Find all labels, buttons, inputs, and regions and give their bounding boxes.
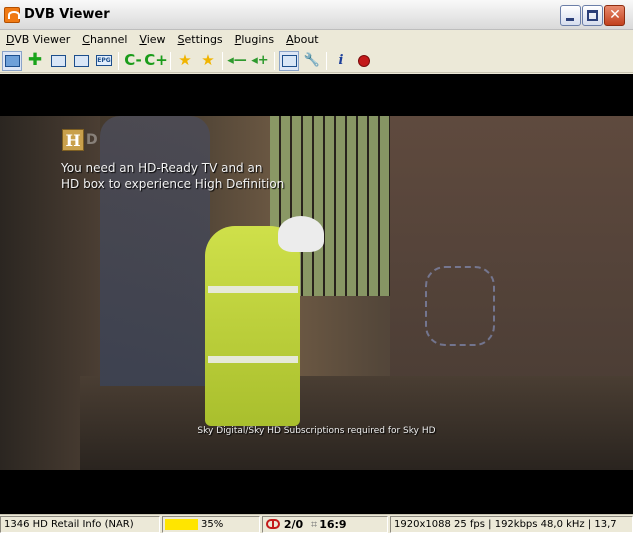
scene-floor (80, 376, 633, 470)
signal-strength-label: 35% (201, 519, 224, 530)
volume-down-icon: ◂— (227, 53, 247, 68)
channel-prev-icon: C- (124, 51, 142, 69)
info-button[interactable]: i (331, 51, 351, 71)
scene-worker-stripe (208, 286, 298, 293)
screen-icon (4, 54, 20, 67)
aspect-ratio: 16:9 (319, 518, 347, 531)
maximize-icon (587, 10, 598, 21)
teletext-icon (50, 54, 66, 67)
volume-up-button[interactable]: ◂+ (250, 51, 270, 71)
toolbar-separator (326, 51, 327, 70)
subscription-caption: Sky Digital/Sky HD Subscriptions require… (197, 426, 436, 436)
snapshot-icon (281, 54, 297, 67)
channel-logo-suffix: D (86, 132, 98, 148)
hd-notice: You need an HD-Ready TV and an HD box to… (61, 160, 321, 192)
status-signal: 35% (162, 516, 260, 533)
channel-next-button[interactable]: C+ (144, 51, 168, 71)
minimize-icon (566, 18, 574, 21)
status-channel[interactable]: 1346 HD Retail Info (NAR) (0, 516, 160, 533)
epg-button[interactable]: EPG (94, 51, 114, 71)
toolbar: ✚ EPG C- C+ ★ ★ ◂— ◂+ 🔧 i (0, 49, 633, 73)
add-favorite-button[interactable]: ★ (175, 51, 195, 71)
menu-channel[interactable]: Channel (76, 33, 133, 46)
volume-up-icon: ◂+ (251, 53, 269, 68)
window-title: DVB Viewer (24, 7, 110, 22)
menu-view[interactable]: View (133, 33, 171, 46)
close-icon: ✕ (609, 7, 621, 23)
add-button[interactable]: ✚ (25, 51, 45, 71)
record-count: 2/0 (283, 518, 304, 531)
scene-person (100, 116, 210, 386)
scene-graffiti (425, 266, 495, 346)
wrench-icon: 🔧 (303, 53, 321, 68)
channel-logo: H (62, 129, 84, 151)
status-stream-info: 1920x1088 25 fps | 192kbps 48,0 kHz | 13… (390, 516, 633, 533)
record-status-icon (266, 519, 280, 529)
info-icon: i (338, 53, 344, 68)
status-bar: 1346 HD Retail Info (NAR) 35% 2/0 ⌗ 16:9 … (0, 514, 633, 533)
menu-settings[interactable]: Settings (172, 33, 229, 46)
dvb-viewer-app-icon[interactable] (4, 7, 20, 23)
title-bar: DVB Viewer ✕ (0, 0, 633, 30)
scene-worker (205, 226, 300, 426)
menu-plugins[interactable]: Plugins (229, 33, 280, 46)
epg-icon: EPG (96, 55, 112, 66)
hd-notice-line2: HD box to experience High Definition (61, 177, 285, 191)
menu-dvb-viewer[interactable]: DVB Viewer (0, 33, 76, 46)
channel-next-icon: C+ (144, 51, 168, 69)
snapshot-button[interactable] (279, 50, 299, 71)
maximize-button[interactable] (582, 5, 603, 26)
minimize-button[interactable] (560, 5, 581, 26)
scene-hard-hat (278, 216, 324, 252)
toggle-fullscreen-button[interactable] (2, 50, 22, 71)
favorites-button[interactable]: ★ (198, 51, 218, 71)
aspect-icon: ⌗ (311, 518, 318, 531)
hd-notice-line1: You need an HD-Ready TV and an (61, 161, 263, 175)
toolbar-separator (274, 51, 275, 70)
add-icon: ✚ (27, 50, 43, 70)
menu-bar: DVB Viewer Channel View Settings Plugins… (0, 30, 633, 49)
toolbar-separator (118, 51, 119, 70)
toolbar-separator (170, 51, 171, 70)
volume-down-button[interactable]: ◂— (227, 51, 247, 71)
record-button[interactable] (354, 51, 374, 71)
toolbar-separator (222, 51, 223, 70)
osd-button[interactable] (71, 51, 91, 71)
record-icon (358, 54, 370, 67)
signal-strength-bar (165, 519, 198, 530)
favorites-icon: ★ (201, 51, 215, 69)
status-recordings[interactable]: 2/0 ⌗ 16:9 (262, 516, 388, 533)
osd-icon (73, 54, 89, 67)
channel-prev-button[interactable]: C- (123, 51, 143, 71)
favorite-icon: ★ (178, 51, 192, 69)
video-area[interactable]: H D You need an HD-Ready TV and an HD bo… (0, 74, 633, 514)
menu-about[interactable]: About (280, 33, 325, 46)
close-button[interactable]: ✕ (604, 5, 625, 26)
teletext-button[interactable] (48, 51, 68, 71)
scene-worker-stripe (208, 356, 298, 363)
options-button[interactable]: 🔧 (302, 51, 322, 71)
